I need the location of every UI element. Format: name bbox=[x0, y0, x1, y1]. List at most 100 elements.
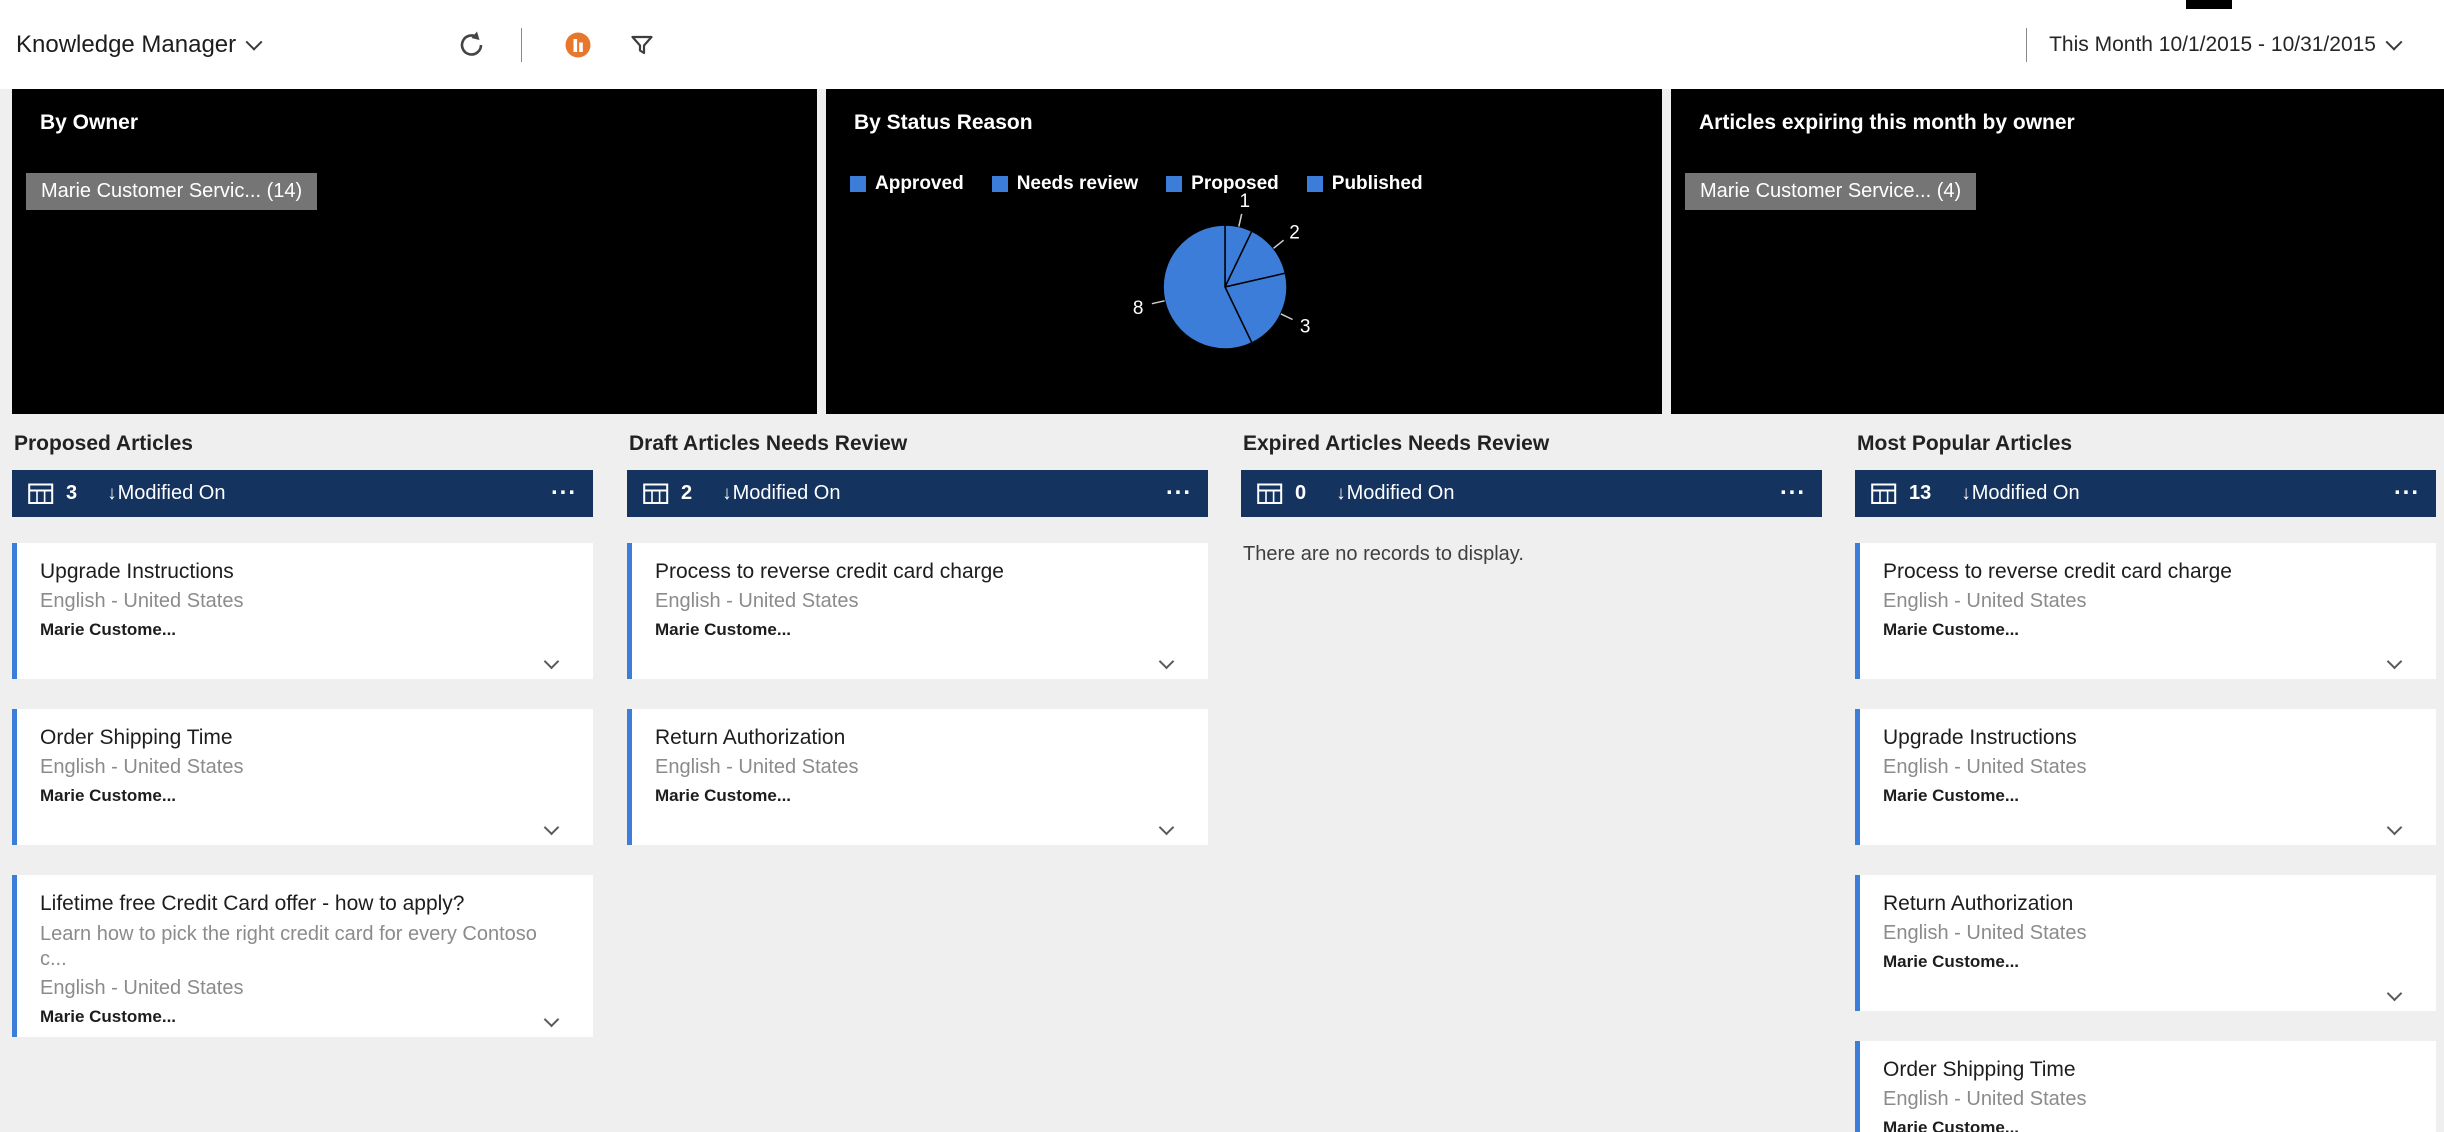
stream-most-popular-articles: Most Popular Articles 13 ↓ Modified On .… bbox=[1855, 414, 2436, 1132]
article-card[interactable]: Upgrade Instructions English - United St… bbox=[12, 543, 593, 679]
article-owner: Marie Custome... bbox=[1883, 1118, 2412, 1132]
article-owner: Marie Custome... bbox=[40, 786, 569, 806]
chevron-down-icon[interactable] bbox=[1159, 654, 1175, 670]
dashboard-selector[interactable]: Knowledge Manager bbox=[16, 31, 260, 59]
stream-header-bar[interactable]: 2 ↓ Modified On ... bbox=[627, 470, 1208, 517]
top-command-bar: Knowledge Manager This Mo bbox=[0, 0, 2444, 89]
toolbar-divider bbox=[2026, 28, 2027, 62]
card-list: Upgrade Instructions English - United St… bbox=[12, 543, 593, 1037]
page-title: Knowledge Manager bbox=[16, 31, 236, 59]
legend-label: Approved bbox=[875, 173, 964, 195]
chevron-down-icon bbox=[2386, 33, 2403, 50]
panel-title: Articles expiring this month by owner bbox=[1699, 111, 2075, 135]
article-language: English - United States bbox=[1883, 756, 2412, 779]
article-card[interactable]: Order Shipping Time English - United Sta… bbox=[1855, 1041, 2436, 1132]
chevron-down-icon[interactable] bbox=[2387, 820, 2403, 836]
article-card[interactable]: Return Authorization English - United St… bbox=[627, 709, 1208, 845]
sort-descending-icon: ↓ bbox=[722, 483, 732, 505]
card-list: Process to reverse credit card charge En… bbox=[627, 543, 1208, 845]
stream-expired-articles: Expired Articles Needs Review 0 ↓ Modifi… bbox=[1241, 414, 1822, 1132]
refresh-icon bbox=[456, 29, 488, 61]
article-card[interactable]: Process to reverse credit card charge En… bbox=[627, 543, 1208, 679]
article-language: English - United States bbox=[1883, 590, 2412, 613]
article-title: Return Authorization bbox=[655, 725, 1184, 751]
grid-icon bbox=[28, 483, 54, 505]
stream-header-bar[interactable]: 3 ↓ Modified On ... bbox=[12, 470, 593, 517]
dashboard-screen: Knowledge Manager This Mo bbox=[0, 0, 2444, 1132]
article-owner: Marie Custome... bbox=[655, 786, 1184, 806]
record-count: 13 bbox=[1909, 482, 1931, 505]
chevron-down-icon[interactable] bbox=[1159, 820, 1175, 836]
sort-control[interactable]: ↓ Modified On bbox=[722, 482, 840, 505]
article-owner: Marie Custome... bbox=[40, 620, 569, 640]
panel-title: By Owner bbox=[40, 111, 138, 135]
sort-control[interactable]: ↓ Modified On bbox=[107, 482, 225, 505]
sort-control[interactable]: ↓ Modified On bbox=[1336, 482, 1454, 505]
screen-edge-artifact bbox=[2186, 0, 2232, 9]
more-options-button[interactable]: ... bbox=[2394, 482, 2420, 492]
record-count: 3 bbox=[66, 482, 77, 505]
status-reason-pie-chart[interactable]: 1 2 3 8 bbox=[1085, 182, 1365, 397]
sort-descending-icon: ↓ bbox=[107, 483, 117, 505]
more-options-button[interactable]: ... bbox=[1780, 482, 1806, 492]
svg-text:8: 8 bbox=[1133, 298, 1144, 319]
card-list: Process to reverse credit card charge En… bbox=[1855, 543, 2436, 1132]
grid-icon bbox=[1871, 483, 1897, 505]
date-range-filter[interactable]: This Month 10/1/2015 - 10/31/2015 bbox=[2049, 33, 2400, 57]
record-count: 0 bbox=[1295, 482, 1306, 505]
panel-by-owner: By Owner Marie Customer Servic... (14) bbox=[12, 89, 817, 414]
more-options-button[interactable]: ... bbox=[1166, 482, 1192, 492]
filter-funnel-icon bbox=[628, 31, 656, 59]
stream-title: Draft Articles Needs Review bbox=[629, 432, 1208, 456]
chart-view-button[interactable] bbox=[558, 25, 598, 65]
stream-draft-articles: Draft Articles Needs Review 2 ↓ Modified… bbox=[627, 414, 1208, 1132]
article-card[interactable]: Lifetime free Credit Card offer - how to… bbox=[12, 875, 593, 1037]
panel-by-status-reason: By Status Reason Approved Needs review P… bbox=[826, 89, 1662, 414]
sort-control[interactable]: ↓ Modified On bbox=[1961, 482, 2079, 505]
svg-text:2: 2 bbox=[1289, 223, 1300, 244]
bar-chart-icon bbox=[563, 30, 593, 60]
svg-text:3: 3 bbox=[1300, 317, 1311, 338]
article-language: English - United States bbox=[655, 590, 1184, 613]
article-card[interactable]: Order Shipping Time English - United Sta… bbox=[12, 709, 593, 845]
record-count: 2 bbox=[681, 482, 692, 505]
owner-tag-cloud-item[interactable]: Marie Customer Servic... (14) bbox=[26, 173, 317, 210]
filter-button[interactable] bbox=[622, 25, 662, 65]
article-title: Upgrade Instructions bbox=[40, 559, 569, 585]
legend-item-approved[interactable]: Approved bbox=[850, 173, 964, 195]
article-card[interactable]: Upgrade Instructions English - United St… bbox=[1855, 709, 2436, 845]
svg-text:1: 1 bbox=[1240, 191, 1251, 212]
refresh-button[interactable] bbox=[452, 25, 492, 65]
sort-descending-icon: ↓ bbox=[1336, 483, 1346, 505]
article-title: Process to reverse credit card charge bbox=[1883, 559, 2412, 585]
legend-swatch bbox=[992, 176, 1008, 192]
article-title: Upgrade Instructions bbox=[1883, 725, 2412, 751]
owner-tag-cloud-item[interactable]: Marie Customer Service... (4) bbox=[1685, 173, 1976, 210]
chevron-down-icon[interactable] bbox=[2387, 654, 2403, 670]
stream-header-bar[interactable]: 0 ↓ Modified On ... bbox=[1241, 470, 1822, 517]
article-card[interactable]: Process to reverse credit card charge En… bbox=[1855, 543, 2436, 679]
legend-swatch bbox=[850, 176, 866, 192]
grid-icon bbox=[1257, 483, 1283, 505]
grid-icon bbox=[643, 483, 669, 505]
more-options-button[interactable]: ... bbox=[551, 482, 577, 492]
article-language: English - United States bbox=[1883, 922, 2412, 945]
article-title: Order Shipping Time bbox=[1883, 1057, 2412, 1083]
article-owner: Marie Custome... bbox=[40, 1007, 569, 1027]
chevron-down-icon[interactable] bbox=[2387, 986, 2403, 1002]
article-description: Learn how to pick the right credit card … bbox=[40, 922, 569, 972]
chevron-down-icon[interactable] bbox=[544, 820, 560, 836]
article-owner: Marie Custome... bbox=[655, 620, 1184, 640]
stream-header-bar[interactable]: 13 ↓ Modified On ... bbox=[1855, 470, 2436, 517]
sort-label: Modified On bbox=[118, 482, 226, 505]
stream-title: Expired Articles Needs Review bbox=[1243, 432, 1822, 456]
article-title: Order Shipping Time bbox=[40, 725, 569, 751]
chevron-down-icon[interactable] bbox=[544, 654, 560, 670]
article-card[interactable]: Return Authorization English - United St… bbox=[1855, 875, 2436, 1011]
article-owner: Marie Custome... bbox=[1883, 620, 2412, 640]
article-title: Process to reverse credit card charge bbox=[655, 559, 1184, 585]
article-language: English - United States bbox=[40, 590, 569, 613]
article-language: English - United States bbox=[40, 756, 569, 779]
stream-title: Most Popular Articles bbox=[1857, 432, 2436, 456]
panel-title: By Status Reason bbox=[854, 111, 1033, 135]
